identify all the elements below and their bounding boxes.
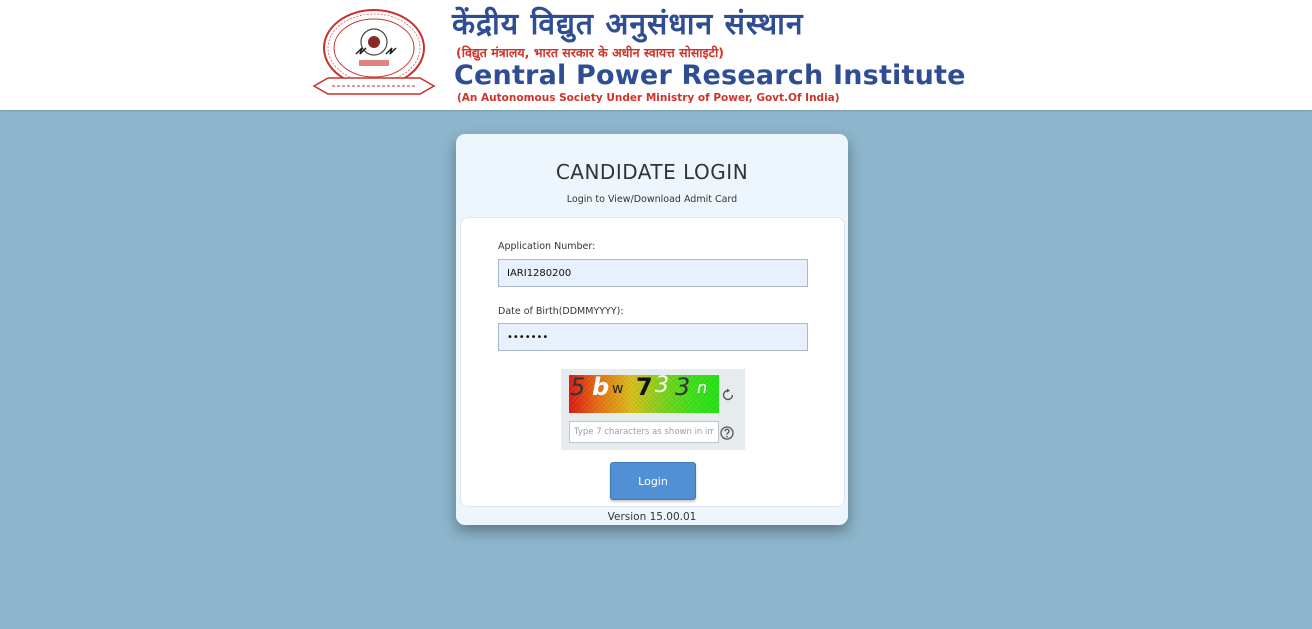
login-card: CANDIDATE LOGIN Login to View/Download A… — [456, 134, 848, 525]
dob-label: Date of Birth(DDMMYYYY): — [498, 306, 624, 317]
captcha-char: 7 — [636, 375, 653, 401]
captcha-input[interactable] — [569, 421, 719, 443]
captcha-char: 3 — [655, 375, 669, 398]
application-number-label: Application Number: — [498, 241, 596, 252]
hindi-title: केंद्रीय विद्युत अनुसंधान संस्थान — [452, 7, 804, 42]
captcha-char: 5 — [570, 375, 586, 401]
version-label: Version 15.00.01 — [607, 511, 697, 523]
help-icon[interactable] — [720, 426, 734, 440]
captcha-char: b — [592, 375, 610, 401]
application-number-input[interactable] — [498, 259, 808, 287]
captcha-characters: 5 b w 7 3 3 n — [569, 375, 719, 413]
dob-input[interactable] — [498, 323, 808, 351]
captcha-panel: 5 b w 7 3 3 n — [561, 369, 745, 450]
page-subtitle: Login to View/Download Admit Card — [566, 194, 738, 205]
captcha-char: w — [612, 381, 624, 397]
hindi-subtitle: (विद्युत मंत्रालय, भारत सरकार के अधीन स्… — [456, 45, 724, 60]
cpri-seal-logo — [312, 9, 436, 95]
captcha-char: 3 — [675, 375, 691, 401]
page-title: CANDIDATE LOGIN — [555, 160, 749, 184]
captcha-char: n — [697, 378, 708, 397]
english-subtitle: (An Autonomous Society Under Ministry of… — [457, 92, 840, 104]
english-title: Central Power Research Institute — [454, 60, 966, 91]
login-form: Application Number: Date of Birth(DDMMYY… — [460, 217, 845, 507]
captcha-image: 5 b w 7 3 3 n — [569, 375, 719, 413]
refresh-icon[interactable] — [721, 388, 735, 402]
site-header: केंद्रीय विद्युत अनुसंधान संस्थान (विद्य… — [0, 0, 1312, 110]
login-button[interactable]: Login — [610, 462, 696, 500]
